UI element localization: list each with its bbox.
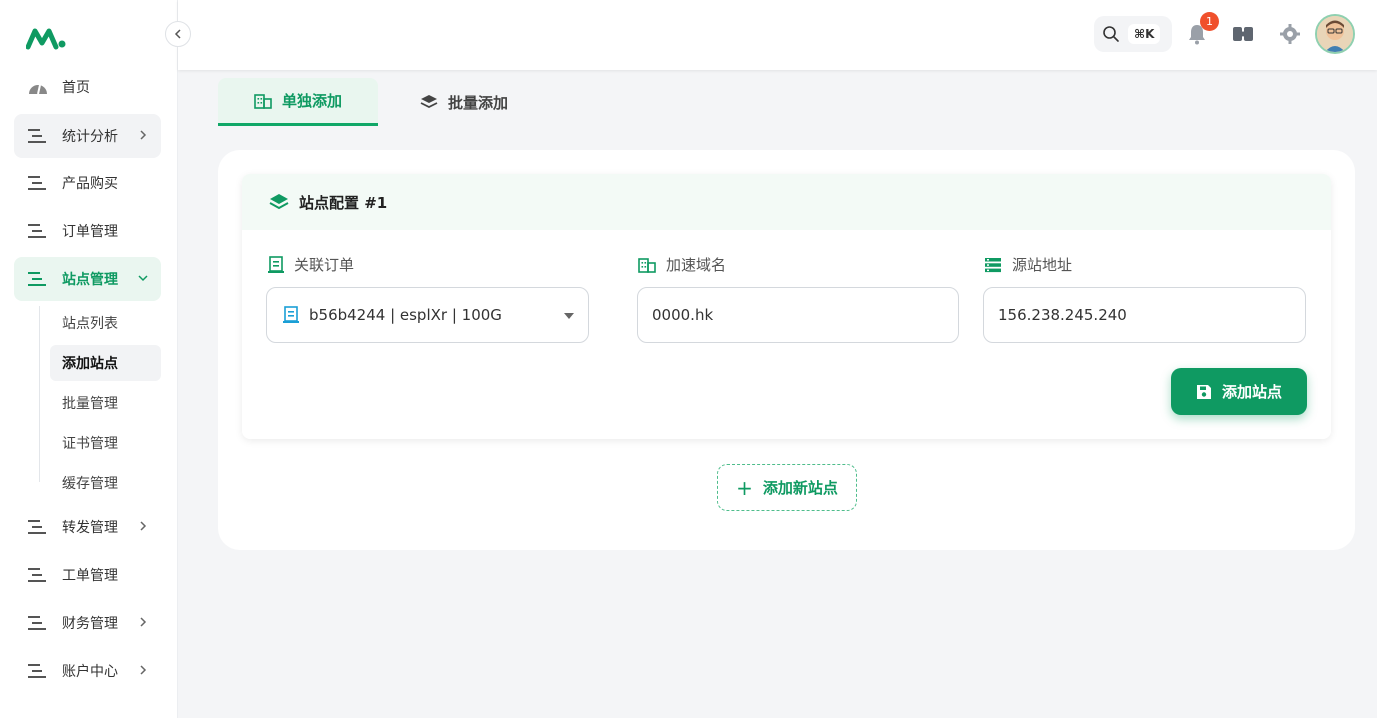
order-field-label: 关联订单 xyxy=(268,254,354,275)
plus-icon: + xyxy=(736,475,753,500)
site-config-header: 站点配置 #1 xyxy=(242,174,1331,230)
origin-label-text: 源站地址 xyxy=(1012,256,1073,274)
save-icon xyxy=(1196,384,1212,400)
sidebar-item-finance[interactable]: 财务管理 xyxy=(14,601,161,645)
order-select-value: b56b4244 | esplXr | 100G xyxy=(309,306,502,324)
sidebar-subitem-add-site[interactable]: 添加站点 xyxy=(50,345,161,381)
puzzle-icon xyxy=(1233,27,1253,41)
domain-field-label: 加速域名 xyxy=(638,254,726,275)
origin-input[interactable]: 156.238.245.240 xyxy=(983,287,1306,343)
layers-icon xyxy=(269,193,289,211)
sidebar: 首页 统计分析 产品购买 订单管理 站点管理 站点列表 添加站点 批量管理 证书… xyxy=(0,0,178,718)
receipt-icon xyxy=(283,306,299,324)
add-new-site-button[interactable]: + 添加新站点 xyxy=(717,464,857,511)
sidebar-item-account[interactable]: 账户中心 xyxy=(14,649,161,693)
building-icon xyxy=(638,257,656,273)
sidebar-item-label: 产品购买 xyxy=(62,176,118,192)
sidebar-item-label: 统计分析 xyxy=(62,129,118,145)
top-header: ⌘K 1 xyxy=(178,0,1377,70)
sidebar-subitem-cache[interactable]: 缓存管理 xyxy=(50,465,161,501)
sidebar-item-tickets[interactable]: 工单管理 xyxy=(14,553,161,597)
sidebar-subitem-label: 添加站点 xyxy=(62,356,118,372)
sidebar-item-statistics[interactable]: 统计分析 xyxy=(14,114,161,158)
gear-icon xyxy=(1280,24,1300,44)
sidebar-item-label: 转发管理 xyxy=(62,520,118,536)
origin-field-label: 源站地址 xyxy=(984,254,1072,275)
order-label-text: 关联订单 xyxy=(294,256,355,274)
order-select[interactable]: b56b4244 | esplXr | 100G xyxy=(266,287,589,343)
sidebar-subitem-site-list[interactable]: 站点列表 xyxy=(50,305,161,341)
menu-lines-icon xyxy=(28,271,48,287)
sidebar-item-label: 财务管理 xyxy=(62,616,118,632)
menu-lines-icon xyxy=(28,223,48,239)
dashboard-gauge-icon xyxy=(28,79,48,95)
settings-button[interactable] xyxy=(1278,22,1302,46)
sidebar-subitem-label: 证书管理 xyxy=(62,436,118,452)
add-new-site-label: 添加新站点 xyxy=(762,479,838,497)
origin-input-value: 156.238.245.240 xyxy=(998,306,1127,324)
sidebar-item-forwarding[interactable]: 转发管理 xyxy=(14,505,161,549)
sidebar-item-label: 订单管理 xyxy=(62,224,118,240)
tab-label: 批量添加 xyxy=(448,93,509,112)
sidebar-item-purchase[interactable]: 产品购买 xyxy=(14,161,161,205)
add-site-button[interactable]: 添加站点 xyxy=(1171,368,1307,415)
domain-input[interactable]: 0000.hk xyxy=(637,287,959,343)
caret-down-icon xyxy=(564,313,574,319)
shortcut-hint: ⌘K xyxy=(1128,24,1161,44)
search-button[interactable]: ⌘K xyxy=(1094,16,1172,52)
chevron-right-icon xyxy=(137,519,149,533)
sidebar-subitem-label: 批量管理 xyxy=(62,396,118,412)
sidebar-item-label: 工单管理 xyxy=(62,568,118,584)
puzzle-button[interactable] xyxy=(1231,22,1255,46)
chevron-left-icon xyxy=(174,29,181,39)
menu-lines-icon xyxy=(28,519,48,535)
user-avatar[interactable] xyxy=(1315,14,1355,54)
add-site-button-label: 添加站点 xyxy=(1221,383,1282,401)
receipt-icon xyxy=(268,255,284,274)
sidebar-subitem-label: 缓存管理 xyxy=(62,476,118,492)
site-config-title: 站点配置 #1 xyxy=(299,193,388,212)
sidebar-item-label: 账户中心 xyxy=(62,664,118,680)
domain-label-text: 加速域名 xyxy=(666,256,727,274)
sidebar-item-home[interactable]: 首页 xyxy=(14,65,161,109)
building-icon xyxy=(254,93,272,109)
layers-icon xyxy=(420,94,438,110)
sidebar-collapse-button[interactable] xyxy=(165,21,191,47)
submenu-tree-line xyxy=(39,306,40,482)
brand-logo[interactable] xyxy=(25,26,68,50)
sidebar-item-label: 站点管理 xyxy=(62,272,118,288)
domain-input-value: 0000.hk xyxy=(652,306,714,324)
menu-lines-icon xyxy=(28,663,48,679)
sidebar-subitem-certificates[interactable]: 证书管理 xyxy=(50,425,161,461)
tab-single-add[interactable]: 单独添加 xyxy=(218,78,378,126)
menu-lines-icon xyxy=(28,615,48,631)
sidebar-subitem-label: 站点列表 xyxy=(62,316,118,332)
menu-lines-icon xyxy=(28,128,48,144)
chevron-down-icon xyxy=(137,271,149,285)
chevron-right-icon xyxy=(137,128,149,142)
chevron-right-icon xyxy=(137,663,149,677)
sidebar-item-sites[interactable]: 站点管理 xyxy=(14,257,161,301)
menu-lines-icon xyxy=(28,567,48,583)
menu-lines-icon xyxy=(28,175,48,191)
sidebar-item-label: 首页 xyxy=(62,80,90,96)
notification-badge: 1 xyxy=(1200,12,1219,31)
tab-batch-add[interactable]: 批量添加 xyxy=(420,78,530,126)
sidebar-subitem-batch-manage[interactable]: 批量管理 xyxy=(50,385,161,421)
tab-label: 单独添加 xyxy=(281,92,342,110)
chevron-right-icon xyxy=(137,615,149,629)
sidebar-item-orders[interactable]: 订单管理 xyxy=(14,209,161,253)
search-icon xyxy=(1103,26,1119,42)
server-list-icon xyxy=(984,257,1002,273)
